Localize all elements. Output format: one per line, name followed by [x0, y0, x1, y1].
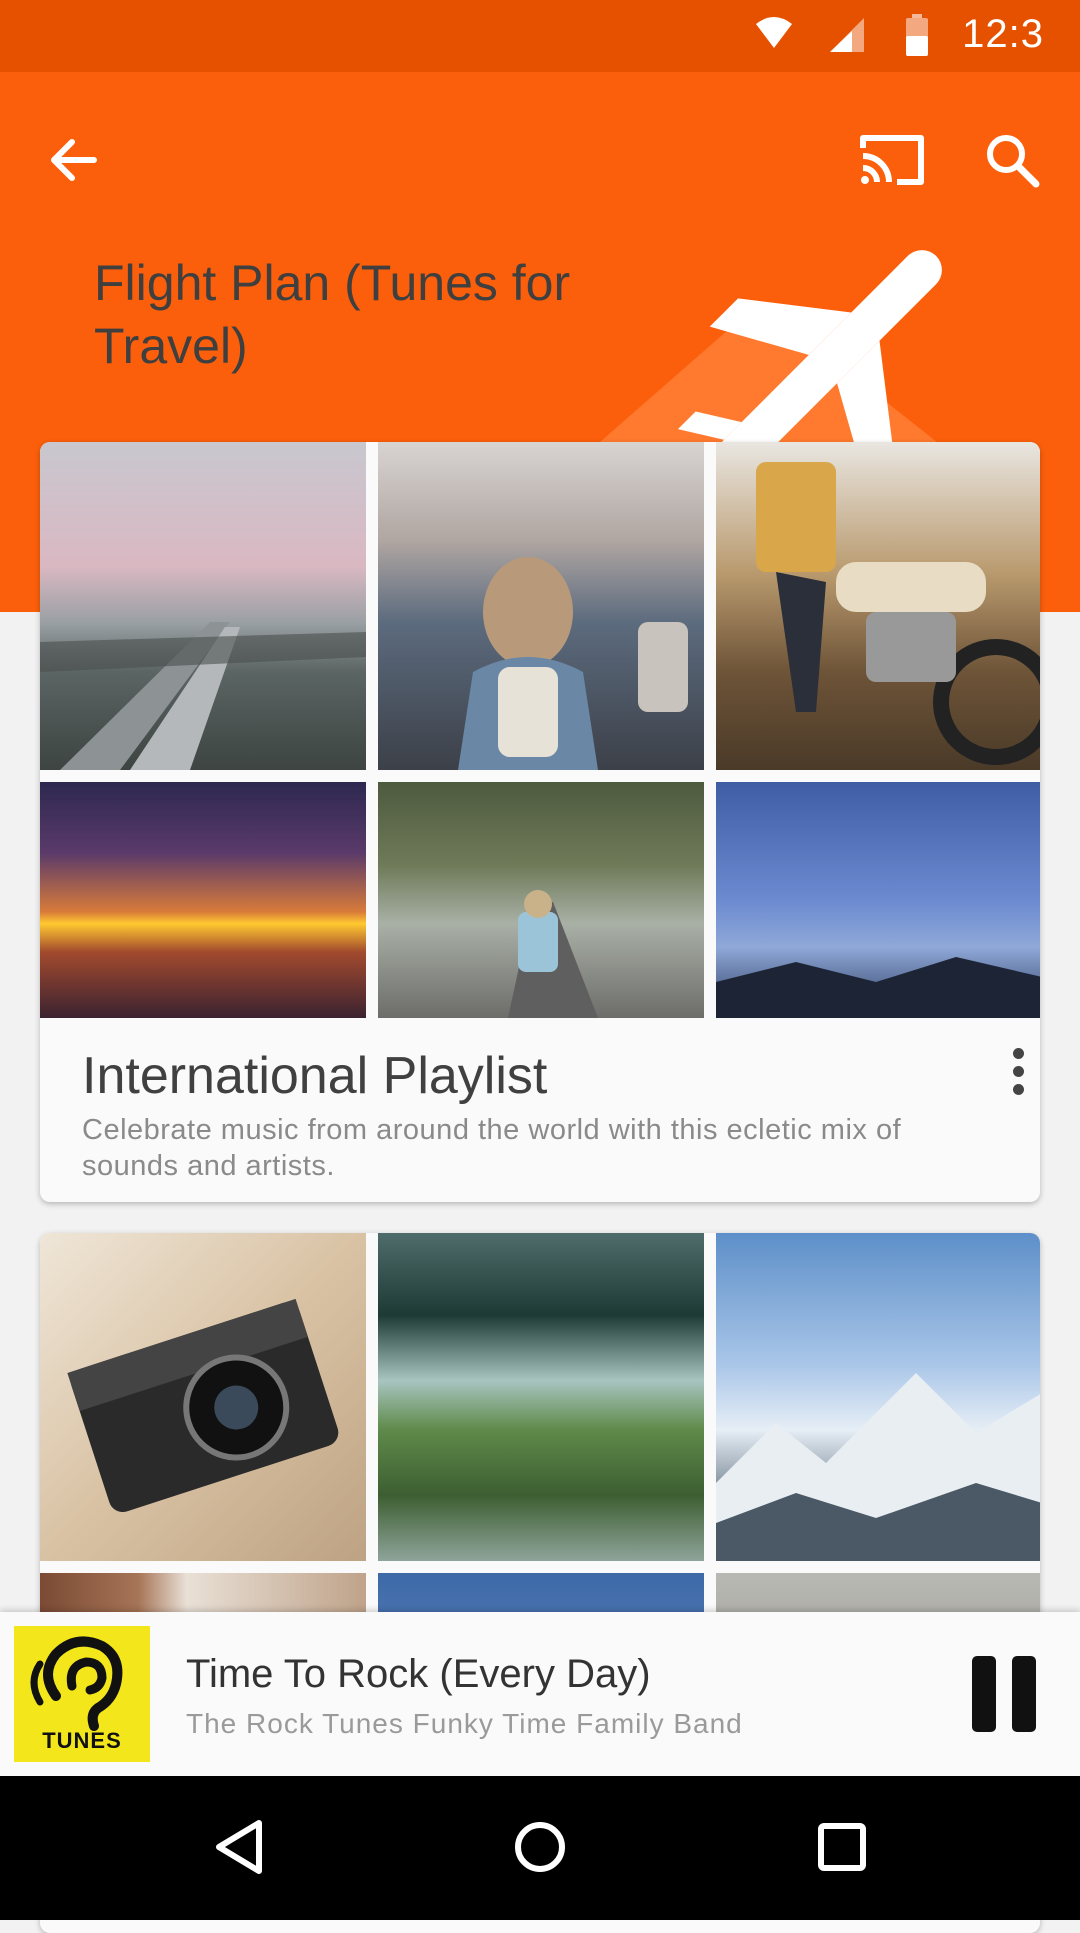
playlist-image-tree-road [378, 782, 704, 1018]
recents-square-icon [818, 1823, 866, 1871]
system-nav-bar [0, 1776, 1080, 1920]
playlist-description: Celebrate music from around the world wi… [82, 1114, 902, 1182]
search-icon [987, 135, 1040, 188]
now-playing-bar[interactable]: TUNES Time To Rock (Every Day) The Rock … [0, 1612, 1080, 1776]
track-artist: The Rock Tunes Funky Time Family Band [186, 1708, 743, 1739]
album-art: TUNES [14, 1626, 150, 1762]
home-circle-icon [515, 1822, 565, 1872]
playlist-card[interactable]: International Playlist Celebrate music f… [40, 442, 1040, 1202]
cast-button[interactable] [852, 120, 932, 200]
status-time: 12:3 [962, 12, 1044, 56]
playlist-title: International Playlist [82, 1047, 548, 1105]
more-options-button[interactable] [996, 1036, 1040, 1106]
playlist-image-motorcycle [716, 442, 1040, 770]
battery-icon [906, 14, 928, 56]
cast-icon [860, 135, 924, 185]
back-arrow-icon [51, 139, 97, 181]
pause-button[interactable] [964, 1652, 1044, 1736]
playlist-image-street-traffic [378, 442, 704, 770]
pause-icon [972, 1656, 996, 1732]
playlist-image-blue-mountains [716, 782, 1040, 1018]
back-button[interactable] [34, 120, 114, 200]
nav-recents-button[interactable] [797, 1802, 887, 1892]
nav-back-button[interactable] [194, 1802, 284, 1892]
playlist-image-vintage-camera [40, 1233, 366, 1561]
playlist-image-ocean-sunset [40, 782, 366, 1018]
page-title: Flight Plan (Tunes for Travel) [94, 255, 571, 374]
signal-icon [830, 18, 864, 52]
nav-home-button[interactable] [495, 1802, 585, 1892]
wifi-icon [756, 17, 792, 48]
ear-logo-icon [30, 1636, 123, 1731]
album-art-label: TUNES [42, 1728, 122, 1753]
track-title: Time To Rock (Every Day) [186, 1652, 651, 1696]
back-triangle-icon [216, 1820, 262, 1874]
more-vert-icon [1012, 1047, 1024, 1059]
search-button[interactable] [972, 120, 1052, 200]
playlist-image-snowy-mountains [716, 1233, 1040, 1561]
status-bar: 12:3 [0, 0, 1080, 72]
playlist-image-city-highway [40, 442, 366, 770]
playlist-image-misty-hills [378, 1233, 704, 1561]
